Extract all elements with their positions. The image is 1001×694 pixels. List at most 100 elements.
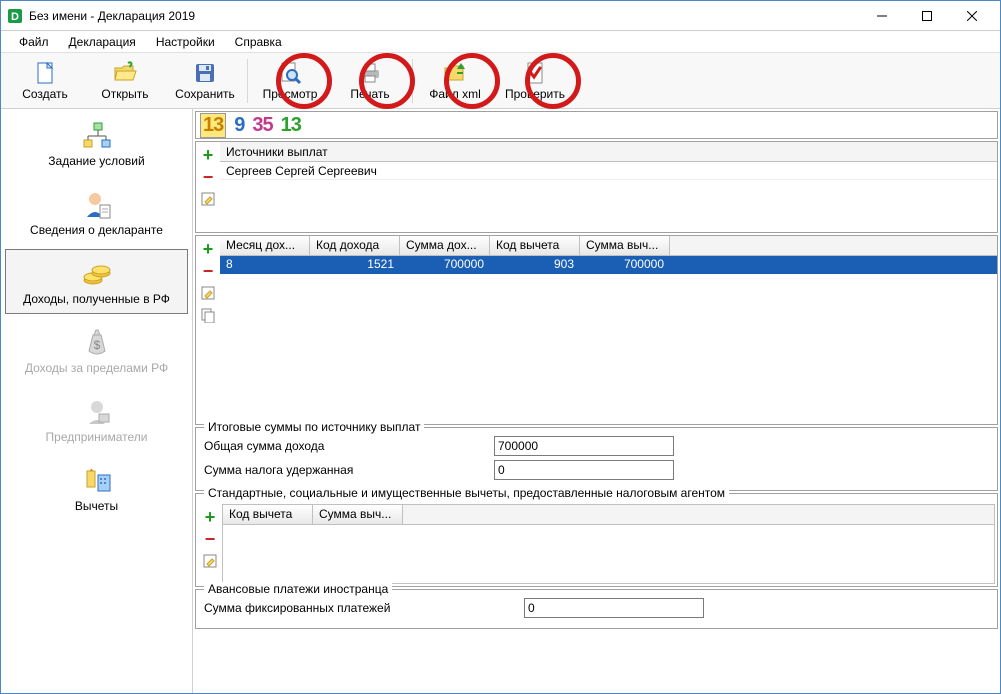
preview-label: Просмотр bbox=[263, 87, 318, 101]
copy-income-button[interactable] bbox=[199, 306, 217, 324]
save-button[interactable]: Сохранить bbox=[165, 54, 245, 108]
check-doc-icon bbox=[523, 61, 547, 85]
copy-icon bbox=[200, 307, 216, 323]
income-grid-header: Месяц дох... Код дохода Сумма дох... Код… bbox=[220, 236, 997, 256]
agent-deductions-legend: Стандартные, социальные и имущественные … bbox=[204, 486, 729, 500]
plus-icon: + bbox=[203, 242, 214, 256]
income-panel: + − Месяц дох... Код дохода Сумма дох...… bbox=[195, 235, 998, 425]
toolbar-separator bbox=[247, 59, 248, 103]
minus-icon: − bbox=[205, 534, 216, 544]
create-label: Создать bbox=[22, 87, 68, 101]
remove-income-button[interactable]: − bbox=[199, 262, 217, 280]
col-income-sum[interactable]: Сумма дох... bbox=[400, 236, 490, 255]
menu-settings[interactable]: Настройки bbox=[146, 33, 225, 51]
xml-export-icon bbox=[443, 61, 467, 85]
income-row[interactable]: 8 1521 700000 903 700000 bbox=[220, 256, 997, 274]
edit-income-button[interactable] bbox=[199, 284, 217, 302]
sidebar-label: Вычеты bbox=[75, 499, 118, 513]
folder-open-icon bbox=[113, 61, 137, 85]
sources-panel: + − Источники выплат Сергеев Сергей Серг… bbox=[195, 141, 998, 233]
titlebar: D Без имени - Декларация 2019 bbox=[1, 1, 1000, 31]
toolbar-separator bbox=[412, 59, 413, 103]
menu-file[interactable]: Файл bbox=[9, 33, 59, 51]
agent-ded-header: Код вычета Сумма выч... bbox=[223, 505, 994, 525]
xml-button[interactable]: Файл xml bbox=[415, 54, 495, 108]
col-income-code[interactable]: Код дохода bbox=[310, 236, 400, 255]
create-button[interactable]: Создать bbox=[5, 54, 85, 108]
sidebar-item-declarant[interactable]: Сведения о декларанте bbox=[5, 180, 188, 245]
sidebar-item-conditions[interactable]: Задание условий bbox=[5, 111, 188, 176]
add-income-button[interactable]: + bbox=[199, 240, 217, 258]
sidebar-item-income-rf[interactable]: Доходы, полученные в РФ bbox=[5, 249, 188, 314]
edit-icon bbox=[200, 285, 216, 301]
total-income-input[interactable] bbox=[494, 436, 674, 456]
rate-tab-9[interactable]: 9 bbox=[234, 114, 244, 137]
sidebar: Задание условий Сведения о декларанте До… bbox=[1, 109, 193, 693]
edit-source-button[interactable] bbox=[199, 190, 217, 208]
totals-legend: Итоговые суммы по источнику выплат bbox=[204, 420, 424, 434]
plus-icon: + bbox=[205, 510, 216, 524]
xml-label: Файл xml bbox=[429, 87, 481, 101]
window-title: Без имени - Декларация 2019 bbox=[29, 9, 859, 23]
menu-help[interactable]: Справка bbox=[225, 33, 292, 51]
minimize-button[interactable] bbox=[859, 2, 904, 30]
sources-header: Источники выплат bbox=[220, 142, 997, 162]
sidebar-label: Доходы за пределами РФ bbox=[25, 361, 168, 375]
print-label: Печать bbox=[350, 87, 389, 101]
plus-icon: + bbox=[203, 148, 214, 162]
magnifier-icon bbox=[278, 61, 302, 85]
tree-icon bbox=[81, 120, 113, 152]
col-agent-sum[interactable]: Сумма выч... bbox=[313, 505, 403, 524]
remove-agent-ded-button[interactable]: − bbox=[201, 530, 219, 548]
advance-fieldset: Авансовые платежи иностранца Сумма фикси… bbox=[195, 589, 998, 629]
add-source-button[interactable]: + bbox=[199, 146, 217, 164]
sidebar-label: Сведения о декларанте bbox=[30, 223, 163, 237]
check-label: Проверить bbox=[505, 87, 565, 101]
menubar: Файл Декларация Настройки Справка bbox=[1, 31, 1000, 53]
edit-icon bbox=[202, 553, 218, 569]
printer-icon bbox=[358, 61, 382, 85]
sidebar-item-deductions[interactable]: Вычеты bbox=[5, 456, 188, 521]
app-icon: D bbox=[7, 8, 23, 24]
col-deduction-sum[interactable]: Сумма выч... bbox=[580, 236, 670, 255]
entrepreneur-icon bbox=[81, 396, 113, 428]
sidebar-label: Предприниматели bbox=[46, 430, 148, 444]
new-file-icon bbox=[33, 61, 57, 85]
cell-deduction-sum: 700000 bbox=[580, 256, 670, 274]
source-row[interactable]: Сергеев Сергей Сергеевич bbox=[220, 162, 997, 180]
remove-source-button[interactable]: − bbox=[199, 168, 217, 186]
preview-button[interactable]: Просмотр bbox=[250, 54, 330, 108]
person-icon bbox=[81, 189, 113, 221]
toolbar: Создать Открыть Сохранить Просмотр Печат… bbox=[1, 53, 1000, 109]
edit-agent-ded-button[interactable] bbox=[201, 552, 219, 570]
rate-tab-13[interactable]: 13 bbox=[200, 113, 226, 138]
tax-withheld-input[interactable] bbox=[494, 460, 674, 480]
edit-icon bbox=[200, 191, 216, 207]
sidebar-label: Доходы, полученные в РФ bbox=[23, 292, 170, 306]
add-agent-ded-button[interactable]: + bbox=[201, 508, 219, 526]
col-agent-code[interactable]: Код вычета bbox=[223, 505, 313, 524]
save-label: Сохранить bbox=[175, 87, 235, 101]
svg-text:D: D bbox=[11, 11, 19, 23]
rate-tab-13b[interactable]: 13 bbox=[281, 114, 301, 137]
total-income-label: Общая сумма дохода bbox=[204, 439, 494, 453]
rate-tabs: 13 9 35 13 bbox=[195, 111, 998, 139]
deductions-icon bbox=[81, 465, 113, 497]
check-button[interactable]: Проверить bbox=[495, 54, 575, 108]
cell-month: 8 bbox=[220, 256, 310, 274]
coins-icon bbox=[81, 258, 113, 290]
rate-tab-35[interactable]: 35 bbox=[252, 114, 272, 137]
close-button[interactable] bbox=[949, 2, 994, 30]
sidebar-item-income-foreign: $ Доходы за пределами РФ bbox=[5, 318, 188, 383]
maximize-button[interactable] bbox=[904, 2, 949, 30]
print-button[interactable]: Печать bbox=[330, 54, 410, 108]
fixed-payments-input[interactable] bbox=[524, 598, 704, 618]
open-button[interactable]: Открыть bbox=[85, 54, 165, 108]
sidebar-label: Задание условий bbox=[48, 154, 144, 168]
col-month[interactable]: Месяц дох... bbox=[220, 236, 310, 255]
svg-text:$: $ bbox=[93, 338, 100, 352]
col-deduction-code[interactable]: Код вычета bbox=[490, 236, 580, 255]
tax-withheld-label: Сумма налога удержанная bbox=[204, 463, 494, 477]
minus-icon: − bbox=[203, 266, 214, 276]
menu-declaration[interactable]: Декларация bbox=[59, 33, 146, 51]
